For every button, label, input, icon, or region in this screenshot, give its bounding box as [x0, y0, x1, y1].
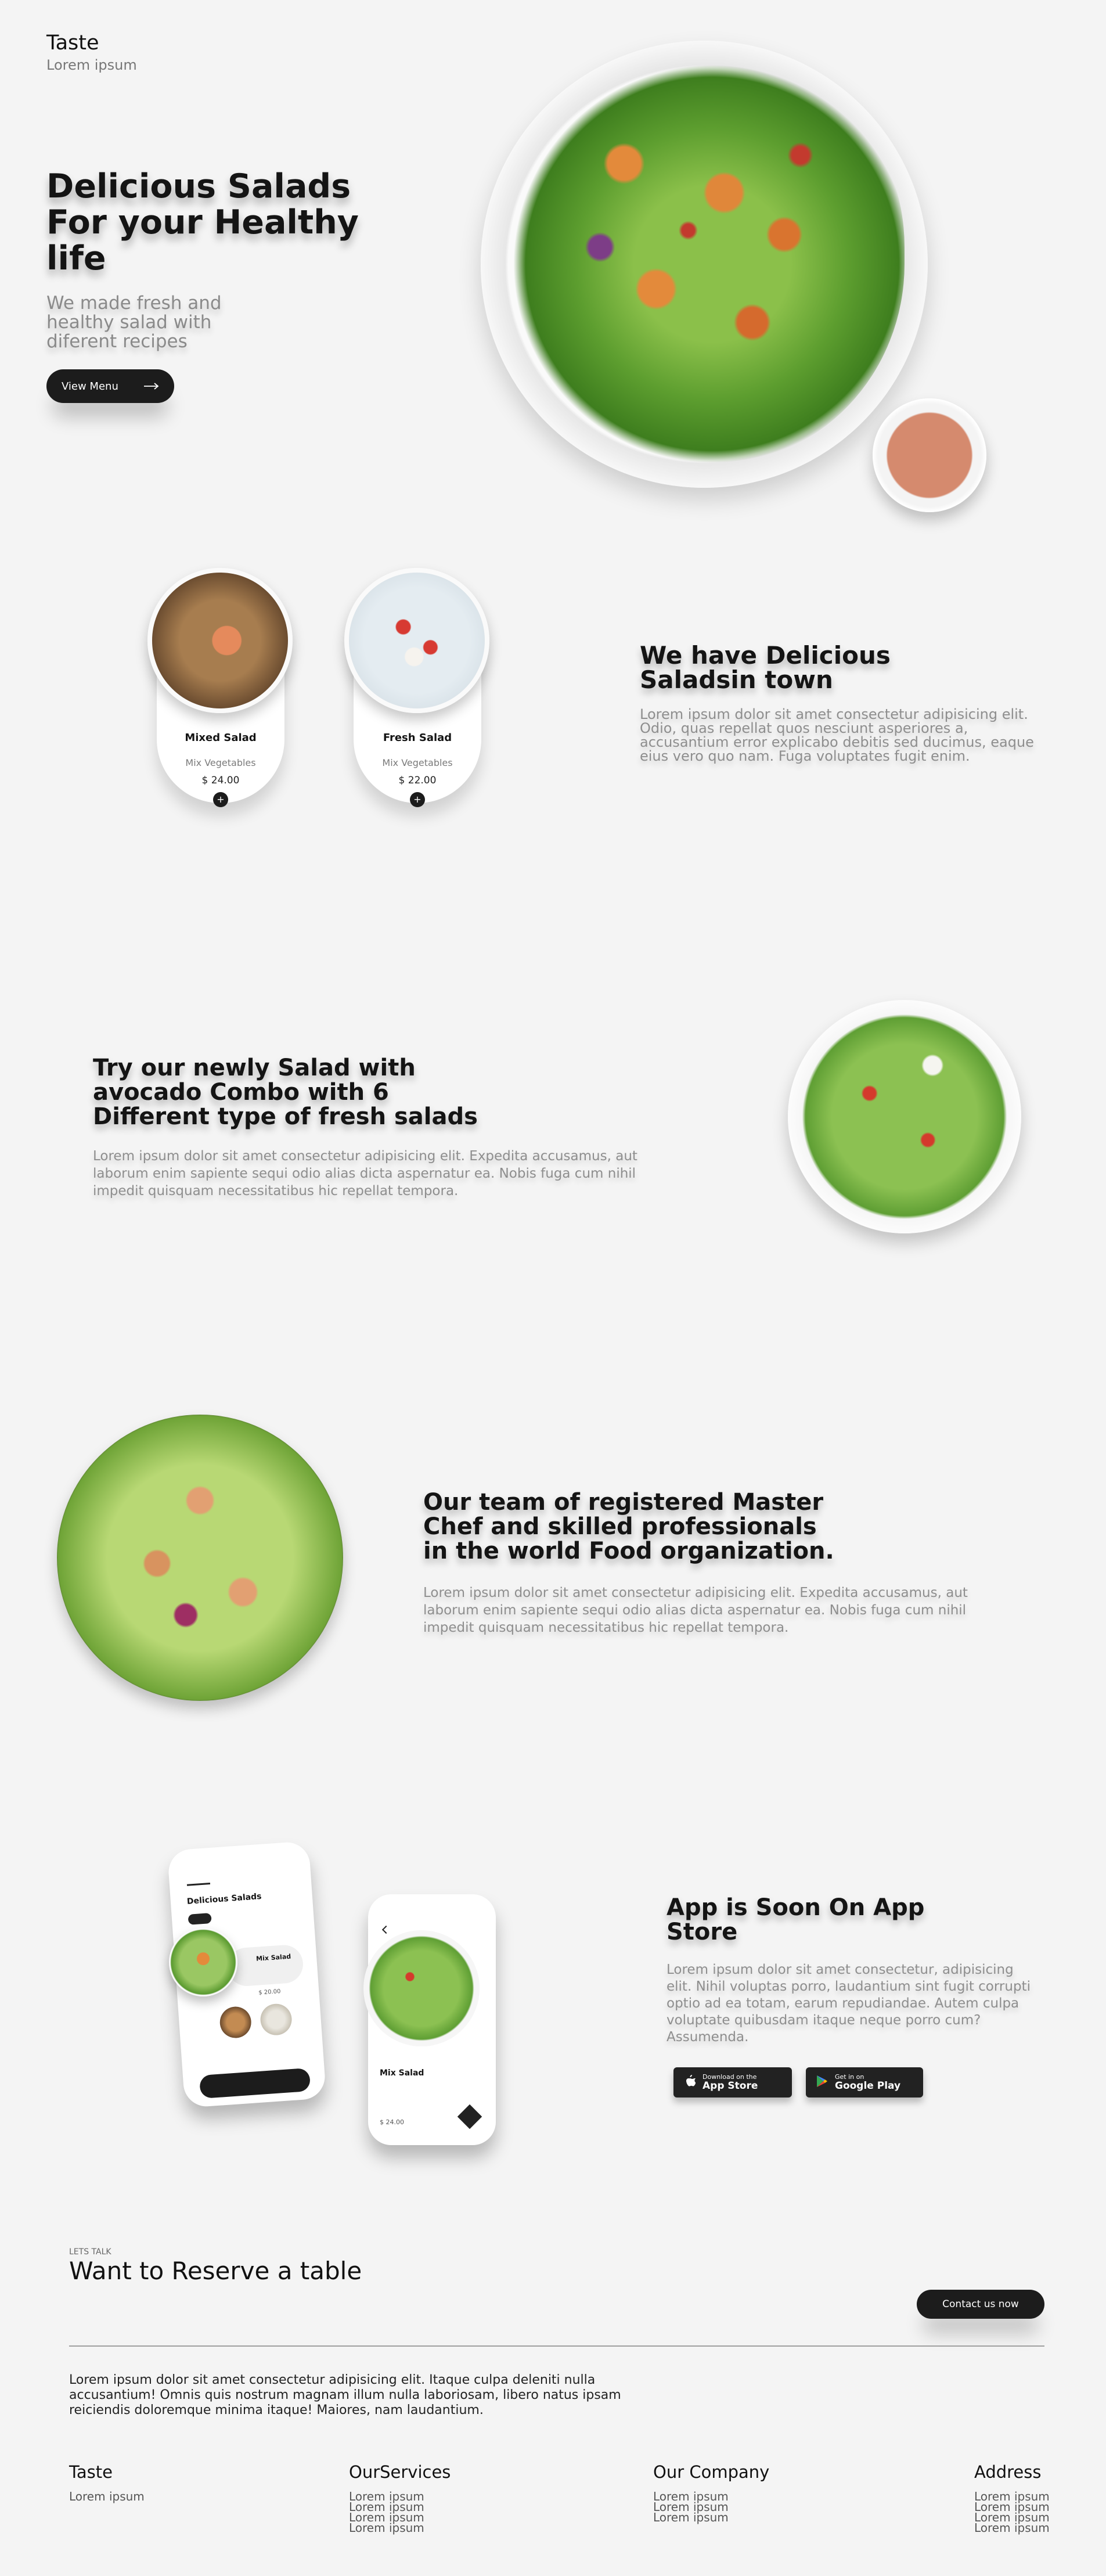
footer-services-title: OurServices	[349, 2462, 451, 2482]
avocado-title: Try our newly Salad with avocado Combo w…	[93, 1055, 478, 1130]
plus-icon[interactable]: +	[410, 792, 425, 807]
hero-salad-image	[481, 41, 928, 488]
footer-brand[interactable]: Taste	[69, 2462, 113, 2482]
view-menu-button[interactable]: View Menu	[46, 369, 174, 403]
menu-card-desc: Mix Vegetables	[185, 757, 256, 768]
plus-icon[interactable]: +	[213, 792, 228, 807]
hero-title: Delicious Salads For your Healthy life	[46, 167, 359, 278]
footer-link[interactable]: Lorem ipsum	[974, 2522, 1050, 2534]
chef-title: Our team of registered Master Chef and s…	[423, 1489, 834, 1564]
brand-logo[interactable]: Taste	[46, 31, 99, 55]
phone-salad-thumb	[259, 2002, 293, 2037]
menu-card-price: $ 24.00	[201, 775, 240, 786]
divider	[69, 2345, 1044, 2347]
phone-detail-title: Mix Salad	[380, 2068, 424, 2078]
footer-link[interactable]: Lorem ipsum	[349, 2522, 424, 2534]
footer-address-title: Address	[974, 2462, 1042, 2482]
google-play-text: Get in on Google Play	[835, 2073, 900, 2092]
phone-item-price: $ 20.00	[258, 1988, 281, 1996]
contact-us-label: Contact us now	[942, 2298, 1019, 2310]
hero-subtitle: We made fresh and healthy salad with dif…	[46, 293, 222, 352]
avocado-text: Lorem ipsum dolor sit amet consectetur a…	[93, 1149, 637, 1199]
contact-us-button[interactable]: Contact us now	[917, 2290, 1044, 2319]
phone-item-name: Mix Salad	[255, 1952, 291, 1963]
app-text: Lorem ipsum dolor sit amet consectetur, …	[667, 1962, 1031, 2045]
cart-icon	[457, 2104, 482, 2129]
phone-item-card: Mix Salad	[226, 1944, 305, 1988]
back-icon	[381, 1925, 391, 1934]
app-store-text: Download on the App Store	[702, 2073, 758, 2092]
view-menu-label: View Menu	[62, 380, 118, 393]
reserve-eyebrow: LETS TALK	[69, 2247, 111, 2257]
menu-card-desc: Mix Vegetables	[382, 757, 453, 768]
brand-tagline: Lorem ipsum	[46, 57, 137, 73]
phone-detail-price: $ 24.00	[380, 2118, 404, 2126]
google-play-big: Google Play	[835, 2080, 901, 2092]
phone-chip	[188, 1913, 212, 1925]
footer-link[interactable]: Lorem ipsum	[653, 2512, 729, 2523]
app-store-button[interactable]: Download on the App Store	[673, 2067, 792, 2098]
app-store-big: App Store	[702, 2080, 758, 2092]
phone-mockup-detail: Mix Salad $ 24.00	[363, 1894, 496, 2145]
menu-card-name: Fresh Salad	[383, 732, 452, 744]
phone-tabbar	[199, 2067, 311, 2099]
app-title: App is Soon On App Store	[667, 1894, 925, 1945]
menu-card-price: $ 22.00	[398, 775, 437, 786]
arrow-right-icon	[144, 380, 159, 393]
menu-icon	[186, 1883, 211, 1886]
delicious-title: We have Delicious Saladsin town	[640, 641, 891, 694]
phone-title: Delicious Salads	[186, 1891, 262, 1906]
shrimp-salad-image	[57, 1415, 343, 1701]
apple-icon	[684, 2074, 696, 2091]
salad-bowl	[504, 46, 905, 465]
mixed-salad-image	[147, 568, 293, 713]
phone-salad-thumb	[218, 2005, 253, 2039]
google-play-button[interactable]: Get in on Google Play	[806, 2067, 923, 2098]
menu-card-name: Mixed Salad	[185, 732, 257, 744]
delicious-text: Lorem ipsum dolor sit amet consectetur a…	[640, 706, 1034, 764]
avocado-salad-image	[788, 1000, 1021, 1233]
footer-link[interactable]: Lorem ipsum	[69, 2491, 145, 2502]
reserve-text: Lorem ipsum dolor sit amet consectetur a…	[69, 2373, 621, 2417]
dressing-bowl-image	[873, 398, 986, 512]
phone-detail-salad	[363, 1930, 480, 2046]
chef-text: Lorem ipsum dolor sit amet consectetur a…	[423, 1585, 968, 1635]
fresh-salad-image	[344, 568, 489, 713]
play-store-icon	[816, 2075, 828, 2090]
phone-featured-salad	[169, 1928, 237, 1996]
footer-company-title: Our Company	[653, 2462, 770, 2482]
reserve-title: Want to Reserve a table	[69, 2257, 362, 2285]
